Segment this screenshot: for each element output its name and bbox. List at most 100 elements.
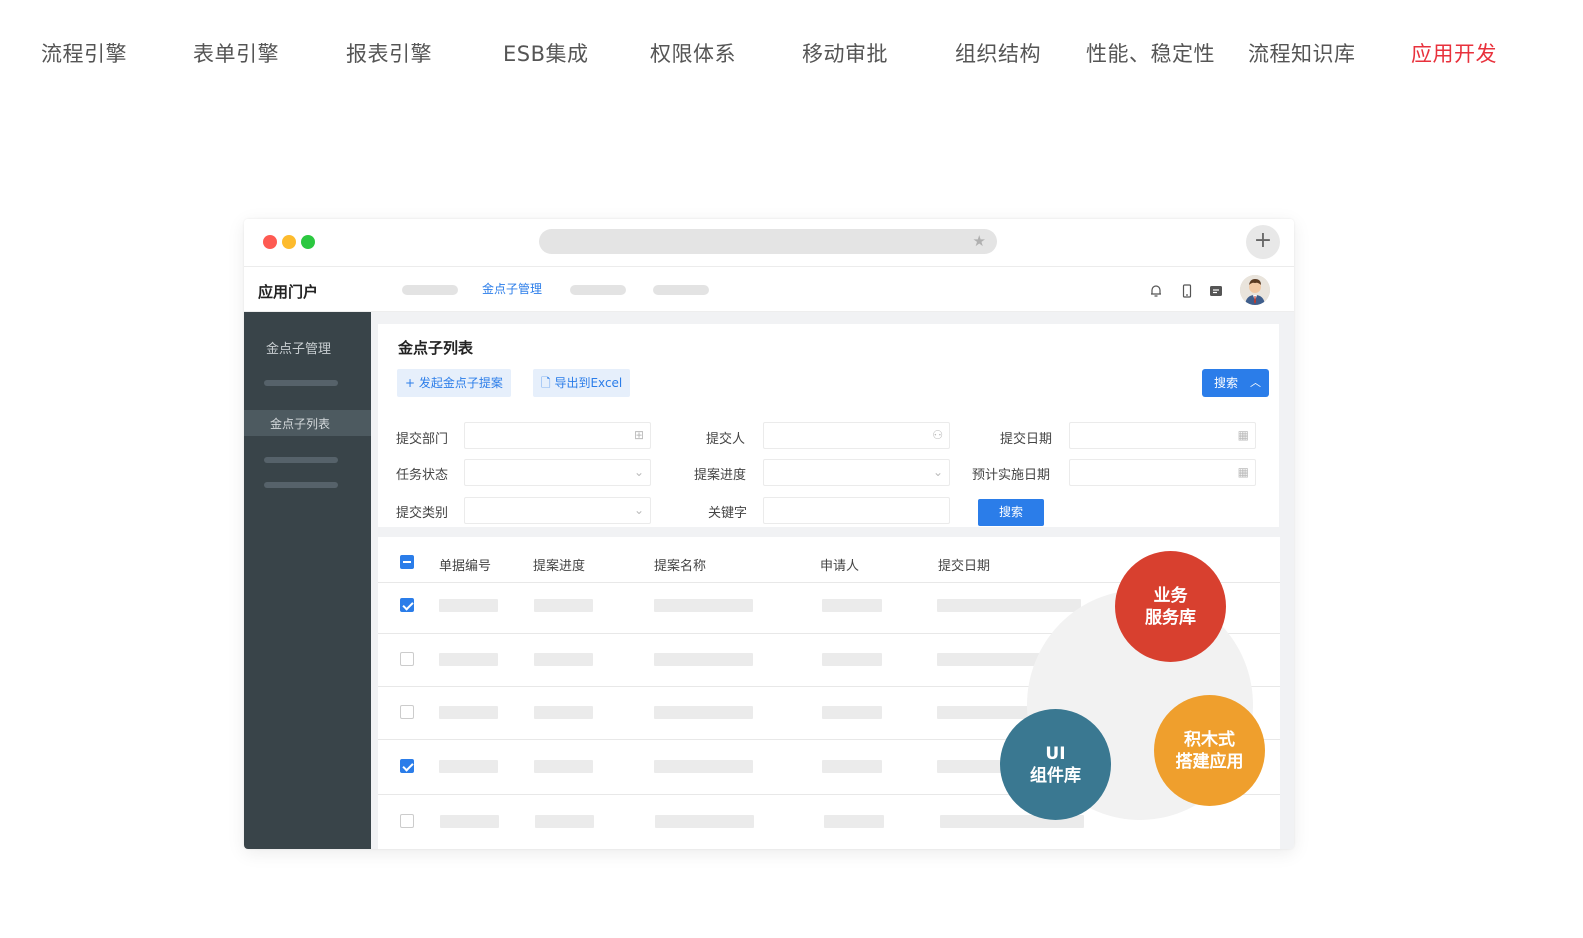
plus-icon[interactable]: +: [1246, 225, 1280, 259]
table-cell: [822, 706, 882, 719]
export-excel-label: 导出到Excel: [554, 376, 623, 390]
org-icon: ⊞: [633, 428, 644, 442]
submitter-field[interactable]: ⚇: [763, 422, 950, 449]
nav-item-mobile-approval[interactable]: 移动审批: [802, 32, 888, 76]
search-toggle-button[interactable]: 搜索 ︿: [1202, 369, 1269, 397]
create-idea-label: 发起金点子提案: [418, 376, 503, 390]
column-header[interactable]: 提案进度: [533, 555, 585, 574]
category-select[interactable]: ⌄: [464, 497, 651, 524]
progress-select[interactable]: ⌄: [763, 459, 950, 486]
sidebar-item-placeholder[interactable]: [264, 380, 338, 386]
row-checkbox[interactable]: [400, 652, 414, 666]
select-all-checkbox[interactable]: [400, 555, 414, 569]
progress-label: 提案进度: [694, 468, 747, 483]
nav-item-permissions[interactable]: 权限体系: [650, 32, 736, 76]
nav-item-process-engine[interactable]: 流程引擎: [41, 32, 127, 76]
minimize-window-dot[interactable]: [282, 235, 296, 249]
table-cell: [439, 760, 498, 773]
bubble-line: 服务库: [1145, 607, 1196, 628]
browser-chrome: ★ +: [244, 219, 1294, 267]
table-cell: [535, 815, 594, 828]
top-nav: 流程引擎 表单引擎 报表引擎 ESB集成 权限体系 移动审批 组织结构 性能、稳…: [0, 32, 1583, 76]
table-cell: [822, 760, 882, 773]
close-window-dot[interactable]: [263, 235, 277, 249]
address-bar[interactable]: ★: [539, 229, 997, 254]
sidebar: 金点子管理 金点子列表: [244, 312, 371, 849]
create-idea-button[interactable]: + 发起金点子提案: [397, 369, 511, 397]
sidebar-title[interactable]: 金点子管理: [266, 338, 331, 357]
mobile-icon[interactable]: [1180, 284, 1194, 298]
nav-item-performance[interactable]: 性能、稳定性: [1086, 32, 1215, 76]
avatar[interactable]: [1240, 275, 1270, 305]
bubble-line: 组件库: [1030, 765, 1081, 786]
table-cell: [439, 599, 498, 612]
task-status-label: 任务状态: [396, 468, 449, 483]
category-label: 提交类别: [396, 506, 449, 521]
sidebar-item-placeholder[interactable]: [264, 457, 338, 463]
keyword-label: 关键字: [708, 506, 748, 521]
table-cell: [654, 599, 753, 612]
submit-date-field[interactable]: ▦: [1069, 422, 1256, 449]
chevron-down-icon: ⌄: [633, 465, 644, 479]
nav-item-esb[interactable]: ESB集成: [503, 32, 589, 76]
app-brand: 应用门户: [258, 283, 319, 301]
nav-placeholder[interactable]: [570, 285, 626, 295]
row-checkbox[interactable]: [400, 705, 414, 719]
table-cell: [655, 815, 754, 828]
keyword-input[interactable]: [763, 497, 950, 524]
bubble-line: 积木式: [1184, 729, 1235, 750]
search-button[interactable]: 搜索: [978, 499, 1044, 526]
nav-placeholder[interactable]: [402, 285, 458, 295]
row-checkbox[interactable]: [400, 598, 414, 612]
nav-placeholder[interactable]: [653, 285, 709, 295]
bubble-line: 搭建应用: [1175, 751, 1244, 772]
nav-item-org-structure[interactable]: 组织结构: [955, 32, 1041, 76]
table-cell: [439, 706, 498, 719]
table-cell: [822, 653, 882, 666]
user-icon: ⚇: [932, 428, 943, 442]
row-checkbox[interactable]: [400, 814, 414, 828]
star-icon[interactable]: ★: [973, 232, 986, 250]
submitter-label: 提交人: [706, 432, 746, 447]
chevron-down-icon: ⌄: [932, 465, 943, 479]
table-cell: [654, 653, 753, 666]
column-header[interactable]: 申请人: [820, 555, 859, 574]
sidebar-item-placeholder[interactable]: [264, 482, 338, 488]
ui-component-bubble: UI 组件库: [1000, 709, 1111, 820]
page-title: 金点子列表: [398, 339, 474, 357]
export-excel-button[interactable]: 🗋 导出到Excel: [533, 369, 631, 397]
app-header: 应用门户 金点子管理: [244, 267, 1294, 312]
chevron-down-icon: ⌄: [633, 503, 644, 517]
table-cell: [824, 815, 884, 828]
table-cell: [534, 599, 593, 612]
nav-item-app-dev[interactable]: 应用开发: [1411, 32, 1497, 76]
file-icon: 🗋: [541, 376, 555, 390]
submit-date-label: 提交日期: [1000, 432, 1053, 447]
table-cell: [654, 706, 753, 719]
dept-label: 提交部门: [396, 432, 449, 447]
row-checkbox[interactable]: [400, 759, 414, 773]
table-cell: [822, 599, 882, 612]
bell-icon[interactable]: [1149, 284, 1163, 298]
table-cell: [937, 599, 1081, 612]
sidebar-item-label: 金点子列表: [270, 417, 331, 431]
table-cell: [440, 815, 499, 828]
column-header[interactable]: 单据编号: [439, 555, 491, 574]
column-header[interactable]: 提交日期: [938, 555, 990, 574]
sidebar-item-idea-list[interactable]: 金点子列表: [244, 410, 371, 436]
tab-ideas-management[interactable]: 金点子管理: [482, 280, 542, 297]
search-toggle-label: 搜索: [1214, 376, 1239, 390]
business-service-bubble: 业务 服务库: [1115, 551, 1226, 662]
column-header[interactable]: 提案名称: [654, 555, 706, 574]
task-status-select[interactable]: ⌄: [464, 459, 651, 486]
nav-item-report-engine[interactable]: 报表引擎: [346, 32, 432, 76]
plus-icon: +: [405, 376, 419, 390]
table-cell: [654, 760, 753, 773]
nav-item-knowledge-base[interactable]: 流程知识库: [1248, 32, 1356, 76]
message-icon[interactable]: [1209, 284, 1223, 298]
bubble-line: 业务: [1153, 585, 1188, 606]
plan-date-field[interactable]: ▦: [1069, 459, 1256, 486]
nav-item-form-engine[interactable]: 表单引擎: [193, 32, 279, 76]
maximize-window-dot[interactable]: [301, 235, 315, 249]
dept-field[interactable]: ⊞: [464, 422, 651, 449]
